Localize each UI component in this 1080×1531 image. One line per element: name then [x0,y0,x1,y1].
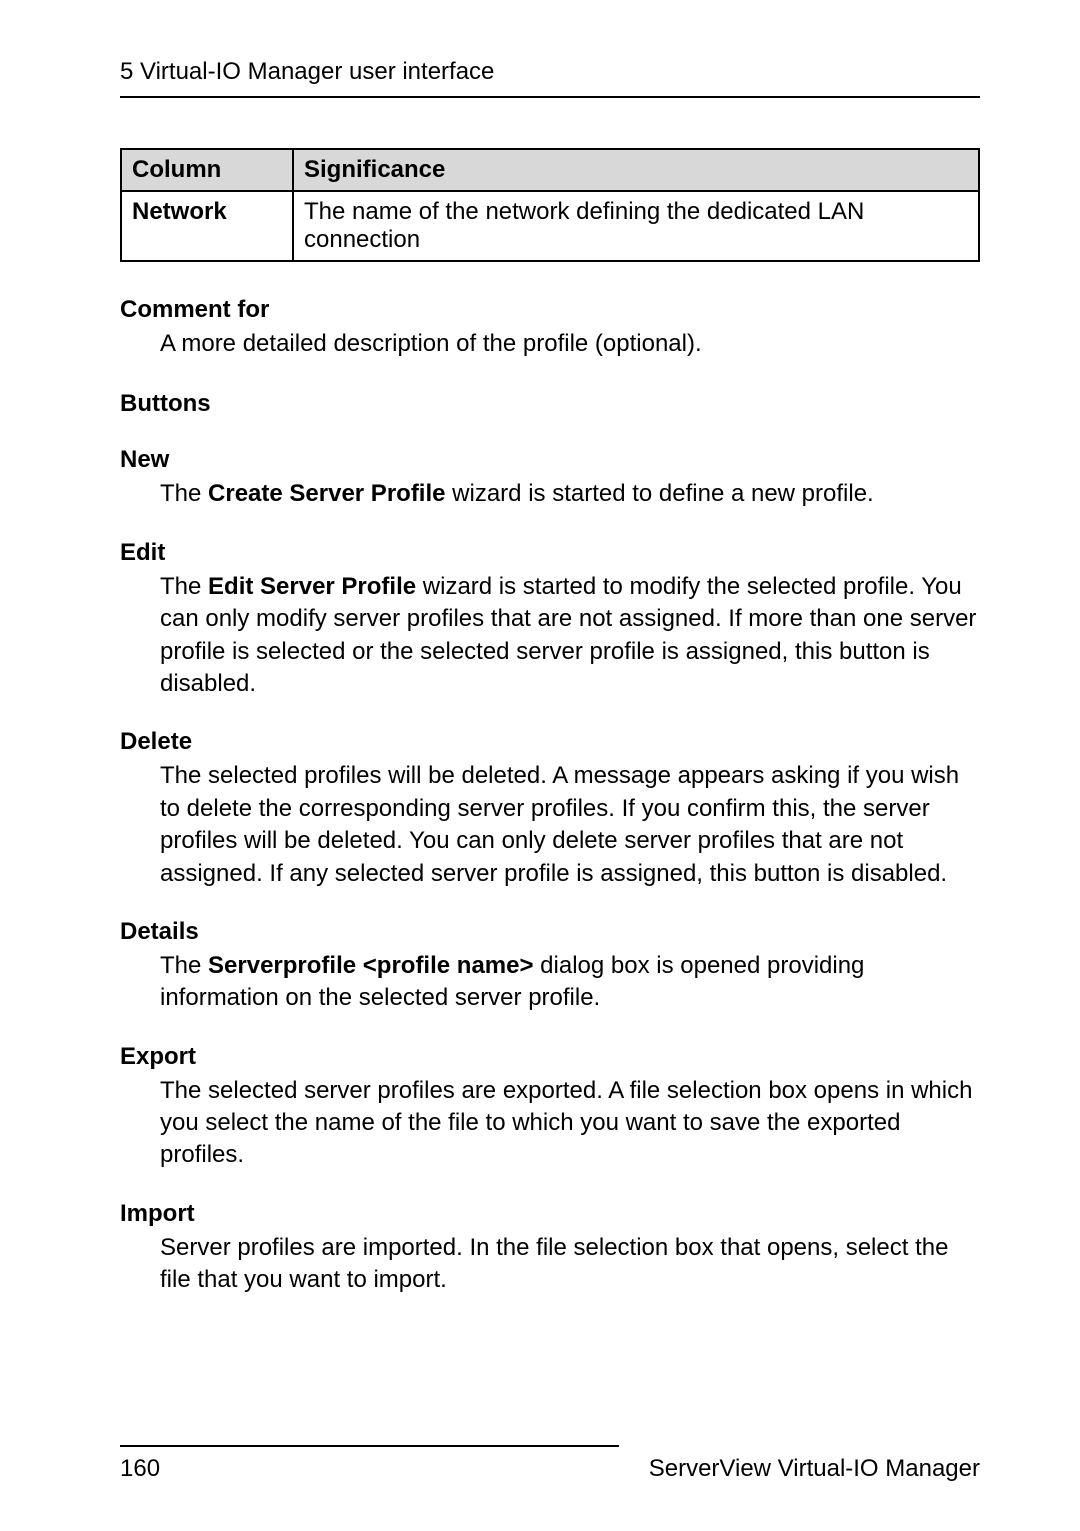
term-import: Import [120,1200,980,1228]
desc-comment-for: A more detailed description of the profi… [160,328,980,360]
footer-row: 160 ServerView Virtual-IO Manager [120,1455,980,1483]
text-fragment: The [160,480,208,507]
term-new: New [120,446,980,474]
term-comment-for: Comment for [120,296,980,324]
page-title: 5 Virtual-IO Manager user interface [120,58,980,86]
bold-edit-server-profile: Edit Server Profile [208,573,416,600]
term-delete: Delete [120,728,980,756]
product-name: ServerView Virtual-IO Manager [649,1455,980,1483]
desc-details: The Serverprofile <profile name> dialog … [160,950,980,1015]
table-header-significance: Significance [293,149,979,191]
desc-delete: The selected profiles will be deleted. A… [160,760,980,890]
text-fragment: wizard is started to define a new profil… [446,480,874,507]
desc-edit: The Edit Server Profile wizard is starte… [160,571,980,701]
bold-serverprofile-name: Serverprofile <profile name> [208,952,533,979]
footer-divider [120,1445,619,1447]
desc-new: The Create Server Profile wizard is star… [160,478,980,510]
desc-import: Server profiles are imported. In the fil… [160,1232,980,1297]
term-edit: Edit [120,539,980,567]
column-significance-table: Column Significance Network The name of … [120,148,980,262]
page-number: 160 [120,1455,160,1483]
heading-buttons: Buttons [120,390,980,418]
text-fragment: The [160,952,208,979]
table-header-row: Column Significance [121,149,979,191]
page-header: 5 Virtual-IO Manager user interface [120,58,980,98]
table-header-column: Column [121,149,293,191]
table-cell-significance: The name of the network defining the ded… [293,191,979,261]
text-fragment: The [160,573,208,600]
desc-export: The selected server profiles are exporte… [160,1075,980,1172]
table-cell-column: Network [121,191,293,261]
term-details: Details [120,918,980,946]
page-footer: 160 ServerView Virtual-IO Manager [120,1445,980,1483]
table-row: Network The name of the network defining… [121,191,979,261]
term-export: Export [120,1043,980,1071]
bold-create-server-profile: Create Server Profile [208,480,445,507]
header-divider [120,96,980,98]
